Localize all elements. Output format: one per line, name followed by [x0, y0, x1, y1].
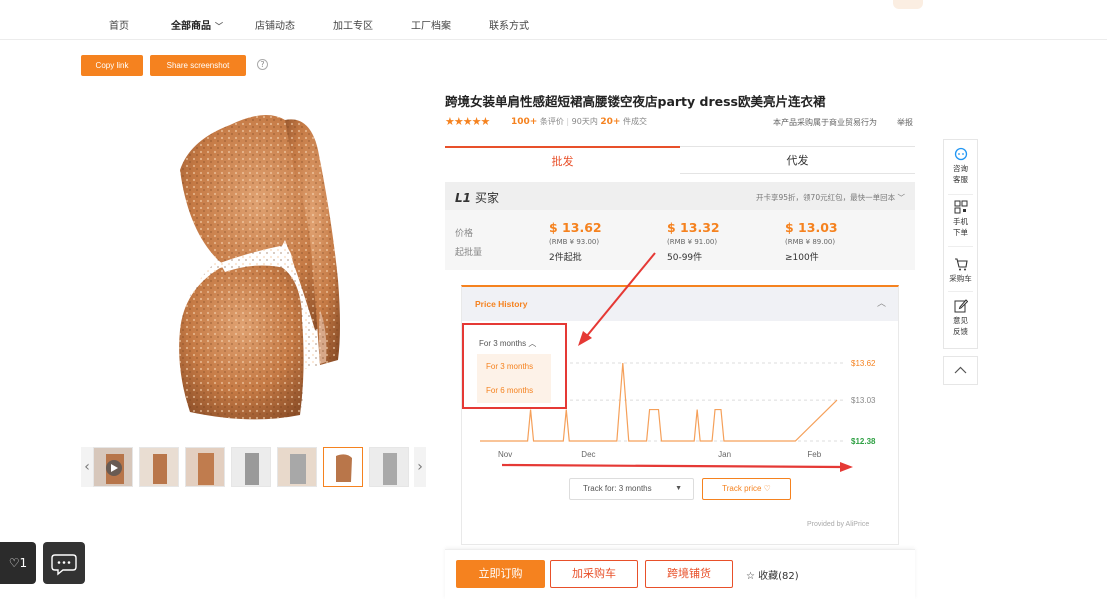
- price-tier-2: $ 13.32 (RMB ¥ 91.00) 50-99件: [667, 220, 720, 263]
- sold-label: 件成交: [623, 117, 648, 126]
- thumb-1[interactable]: [139, 447, 179, 487]
- floating-sidebar: 咨询客服 手机下单 采购车 意见反馈: [943, 139, 978, 349]
- product-title: 跨境女装单肩性感超短裙高腰镂空夜店party dress欧美亮片连衣裙: [445, 94, 826, 109]
- price-tier-3: $ 13.03 (RMB ¥ 89.00) ≥100件: [785, 220, 838, 263]
- sold-prefix: 90天内: [571, 117, 598, 126]
- add-to-cart-button[interactable]: 加采购车: [550, 560, 638, 588]
- buyer-level: L1 买家: [455, 189, 499, 206]
- tier-qty: ≥100件: [785, 253, 819, 263]
- thumb-image: [186, 448, 224, 486]
- buyer-level-code: L1: [455, 191, 471, 205]
- sidebar-item-cart[interactable]: 采购车: [944, 257, 977, 284]
- tab-dropship[interactable]: 代发: [680, 146, 915, 174]
- cart-icon: [954, 258, 968, 271]
- thumb-video[interactable]: [93, 447, 133, 487]
- thumb-3[interactable]: [231, 447, 271, 487]
- nav-all-products[interactable]: 全部商品 ﹀: [171, 17, 223, 32]
- tier-qty: 50-99件: [667, 253, 703, 263]
- sidebar-label: 手机下单: [953, 217, 968, 237]
- divider: [948, 194, 973, 195]
- corner-decoration: [893, 0, 923, 9]
- membership-promo[interactable]: 开卡享95折，领70元红包，最快一单回本 ﹀: [756, 192, 905, 203]
- chat-icon: [954, 147, 967, 161]
- chevron-up-icon[interactable]: ︿: [877, 296, 886, 309]
- product-main-image[interactable]: [80, 80, 425, 435]
- favorite-button[interactable]: ☆ 收藏(82): [746, 567, 799, 582]
- tier-price: $ 13.32: [667, 220, 720, 235]
- chevron-down-icon: ﹀: [897, 193, 906, 202]
- tier-rmb: (RMB ¥ 91.00): [667, 238, 718, 246]
- sidebar-label: 采购车: [949, 274, 972, 283]
- thumb-image: [232, 448, 270, 486]
- nav-processing[interactable]: 加工专区: [333, 17, 373, 32]
- thumb-2[interactable]: [185, 447, 225, 487]
- nav-store-news[interactable]: 店铺动态: [255, 17, 295, 32]
- sold-count: 20+: [600, 117, 621, 127]
- thumb-image: [140, 448, 178, 486]
- share-screenshot-button[interactable]: Share screenshot: [150, 55, 246, 76]
- nav-all-products-label: 全部商品: [171, 21, 211, 32]
- chat-bubble-icon: [51, 554, 77, 576]
- sidebar-item-mobile-order[interactable]: 手机下单: [944, 200, 977, 238]
- business-note: 本产品采购属于商业贸易行为: [773, 118, 877, 127]
- reviews-label: 条评价: [539, 117, 564, 126]
- annotation-box: [462, 323, 567, 409]
- buyer-level-bar: L1 买家 开卡享95折，领70元红包，最快一单回本 ﹀: [445, 182, 915, 210]
- tier-rmb: (RMB ¥ 93.00): [549, 238, 600, 246]
- thumb-4[interactable]: [277, 447, 317, 487]
- tier-price: $ 13.62: [549, 220, 602, 235]
- rating-stars-icon: ★★★★★: [445, 115, 490, 128]
- price-history-header[interactable]: Price History ︿: [462, 287, 898, 321]
- sidebar-label: 意见反馈: [953, 316, 968, 336]
- divider: [948, 291, 973, 292]
- track-price-button[interactable]: Track price ♡: [702, 478, 791, 500]
- chevron-up-icon: [954, 366, 967, 374]
- thumb-5-selected[interactable]: [323, 447, 363, 487]
- thumb-image: [278, 448, 316, 486]
- report-link[interactable]: 举报: [897, 117, 913, 128]
- sidebar-item-customer-service[interactable]: 咨询客服: [944, 147, 977, 185]
- thumb-next-arrow[interactable]: ›: [414, 447, 426, 487]
- nav-factory-profile[interactable]: 工厂档案: [411, 17, 451, 32]
- reviews-count[interactable]: 100+: [511, 117, 537, 127]
- price-history-title: Price History: [475, 299, 528, 309]
- price-panel: L1 买家 开卡享95折，领70元红包，最快一单回本 ﹀ 价格 起批量 $ 13.…: [445, 182, 915, 270]
- thumb-image: [370, 448, 408, 486]
- tier-price: $ 13.03: [785, 220, 838, 235]
- nav-contact[interactable]: 联系方式: [489, 17, 529, 32]
- track-for-select[interactable]: Track for: 3 months ▼: [569, 478, 694, 500]
- qr-code-icon: [954, 200, 967, 214]
- chat-button[interactable]: [43, 542, 85, 584]
- sidebar-item-feedback[interactable]: 意见反馈: [944, 299, 977, 337]
- track-for-label: Track for: 3 months: [583, 484, 652, 493]
- price-tier-1: $ 13.62 (RMB ¥ 93.00) 2件起批: [549, 220, 602, 263]
- help-icon[interactable]: ?: [257, 59, 268, 70]
- like-button[interactable]: ♡1: [0, 542, 36, 584]
- cross-border-button[interactable]: 跨境铺货: [645, 560, 733, 588]
- review-summary: 100+ 条评价 | 90天内 20+ 件成交: [511, 117, 648, 127]
- promo-text: 开卡享95折，领70元红包，最快一单回本: [756, 193, 896, 202]
- copy-link-button[interactable]: Copy link: [81, 55, 143, 76]
- nav-home[interactable]: 首页: [109, 17, 129, 32]
- buyer-level-label: 买家: [475, 191, 500, 205]
- thumb-prev-arrow[interactable]: ‹: [81, 447, 93, 487]
- thumb-image: [324, 448, 362, 486]
- provided-by: Provided by AliPrice: [807, 521, 870, 528]
- chevron-down-icon: ﹀: [215, 22, 223, 31]
- back-to-top-button[interactable]: [943, 356, 978, 385]
- tab-wholesale[interactable]: 批发: [445, 146, 680, 174]
- moq-label: 起批量: [455, 248, 483, 258]
- caret-down-icon: ▼: [675, 485, 682, 492]
- thumb-image: [94, 448, 132, 486]
- top-nav: 首页 全部商品 ﹀ 店铺动态 加工专区 工厂档案 联系方式: [0, 0, 1107, 40]
- thumb-6[interactable]: [369, 447, 409, 487]
- sidebar-label: 咨询客服: [953, 164, 968, 184]
- tier-rmb: (RMB ¥ 89.00): [785, 238, 836, 246]
- divider: [948, 246, 973, 247]
- tier-qty: 2件起批: [549, 253, 582, 263]
- edit-icon: [954, 299, 968, 313]
- buy-now-button[interactable]: 立即订购: [456, 560, 545, 588]
- price-label: 价格: [455, 229, 474, 239]
